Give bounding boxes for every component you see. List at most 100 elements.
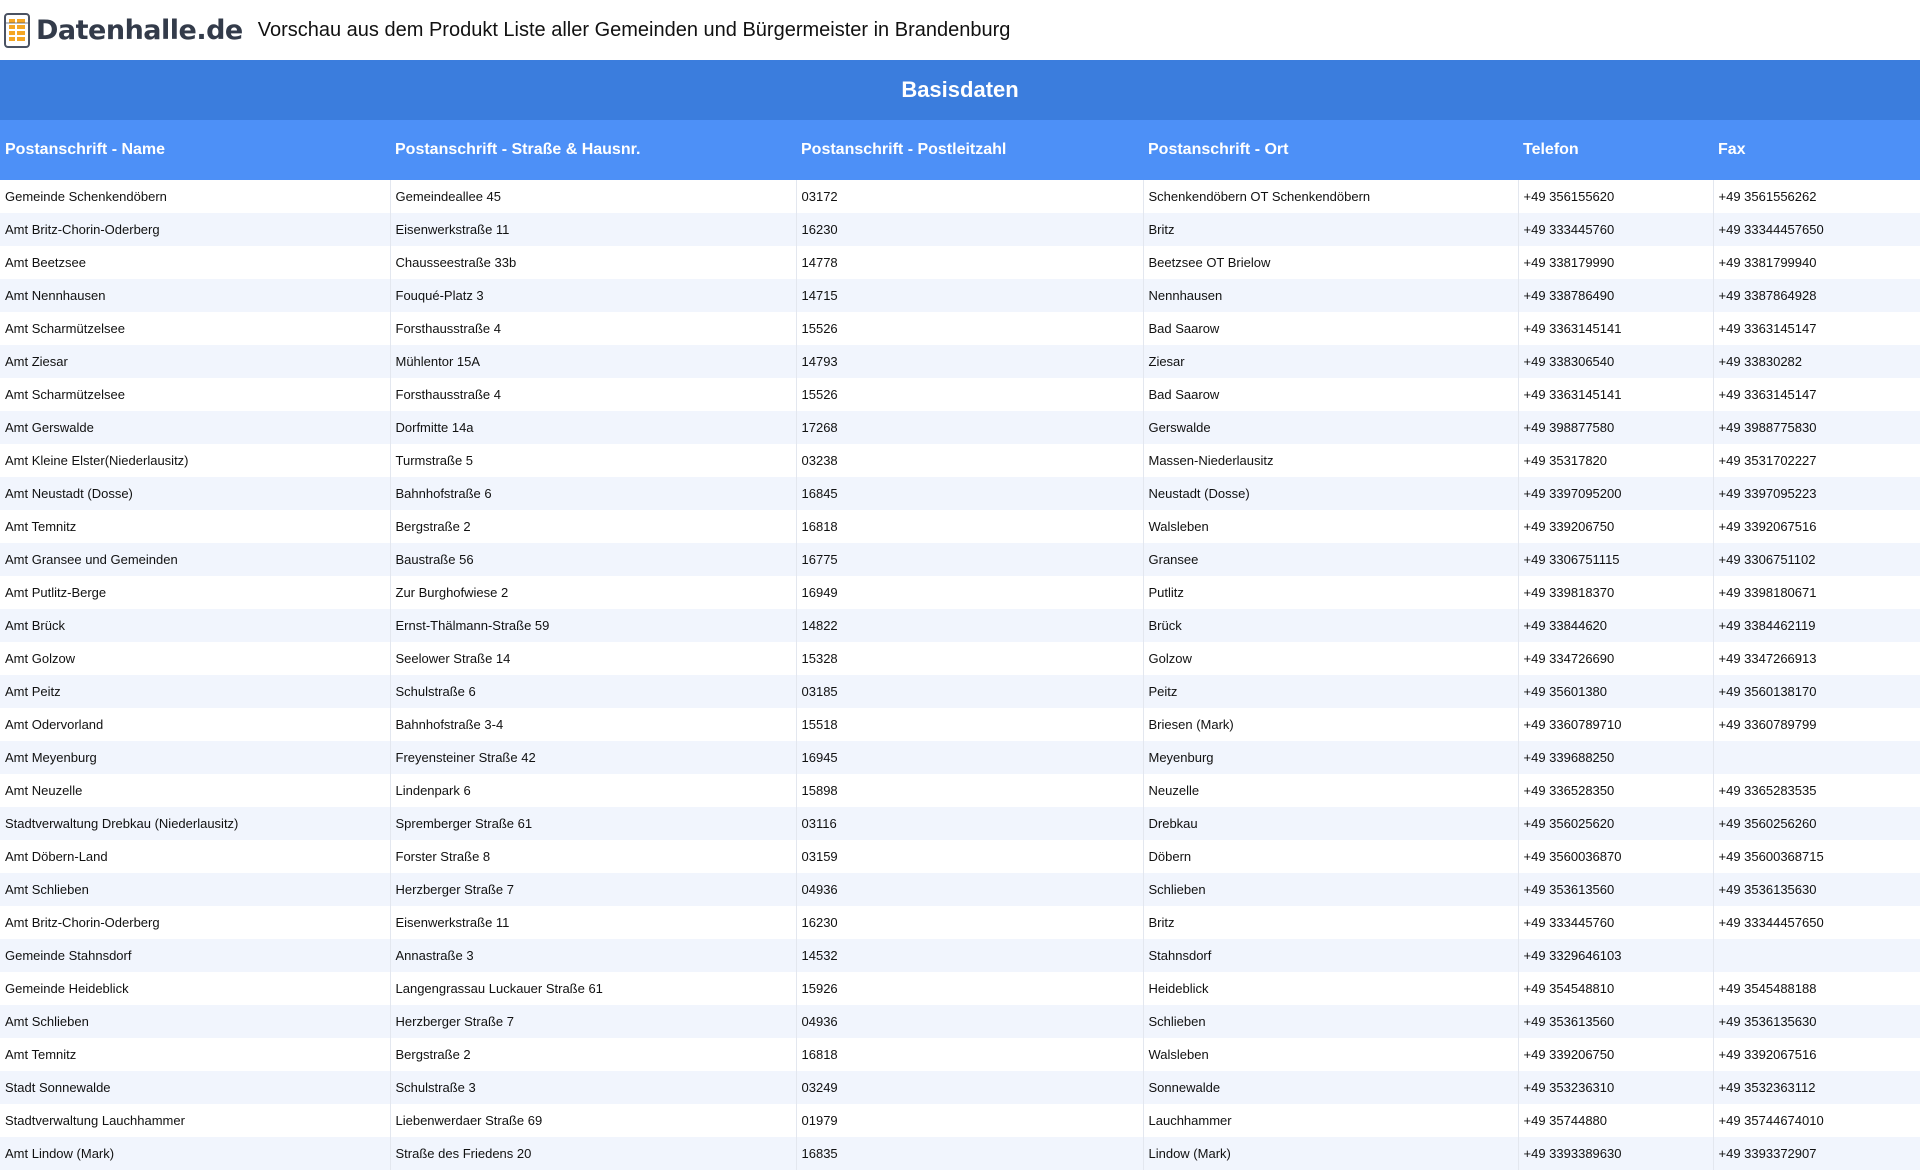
cell-fax: +49 3398180671 [1713, 576, 1920, 609]
cell-name: Gemeinde Stahnsdorf [0, 939, 391, 972]
cell-street: Annastraße 3 [390, 939, 797, 972]
table-body: Gemeinde Schenkendöbern Gemeindeallee 45 0… [0, 180, 1920, 1170]
cell-city: Stahnsdorf [1143, 939, 1519, 972]
column-header-street[interactable]: Postanschrift - Straße & Hausnr. [390, 120, 796, 180]
table-row: Amt Ziesar Mühlentor 15A 14793 Ziesar +49 33… [0, 345, 1920, 378]
cell-name: Amt Neuzelle [0, 774, 391, 807]
cell-phone: +49 339818370 [1518, 576, 1714, 609]
cell-phone: +49 339688250 [1518, 741, 1714, 774]
table-row: Amt Lindow (Mark) Straße des Friedens 20 1… [0, 1137, 1920, 1170]
cell-city: Döbern [1143, 840, 1519, 873]
cell-city: Putlitz [1143, 576, 1519, 609]
cell-postcode: 17268 [796, 411, 1144, 444]
cell-fax: +49 3363145147 [1713, 378, 1920, 411]
cell-name: Amt Kleine Elster(Niederlausitz) [0, 444, 391, 477]
cell-postcode: 16230 [796, 213, 1144, 246]
cell-fax: +49 3545488188 [1713, 972, 1920, 1005]
cell-city: Ziesar [1143, 345, 1519, 378]
section-header-row: Basisdaten [0, 60, 1920, 120]
cell-fax [1713, 741, 1920, 774]
cell-name: Amt Britz-Chorin-Oderberg [0, 906, 391, 939]
cell-street: Dorfmitte 14a [390, 411, 797, 444]
cell-postcode: 15926 [796, 972, 1144, 1005]
cell-postcode: 04936 [796, 1005, 1144, 1038]
column-header-fax[interactable]: Fax [1713, 120, 1920, 180]
cell-street: Eisenwerkstraße 11 [390, 213, 797, 246]
section-title: Basisdaten [0, 60, 1920, 120]
cell-name: Amt Döbern-Land [0, 840, 391, 873]
cell-phone: +49 3306751115 [1518, 543, 1714, 576]
cell-fax: +49 3381799940 [1713, 246, 1920, 279]
cell-street: Schulstraße 3 [390, 1071, 797, 1104]
cell-fax: +49 3365283535 [1713, 774, 1920, 807]
cell-phone: +49 3560036870 [1518, 840, 1714, 873]
cell-postcode: 14822 [796, 609, 1144, 642]
cell-fax [1713, 939, 1920, 972]
cell-fax: +49 3387864928 [1713, 279, 1920, 312]
logo-link[interactable]: Datenhalle.de [4, 0, 243, 60]
cell-name: Amt Lindow (Mark) [0, 1137, 391, 1170]
cell-phone: +49 353613560 [1518, 873, 1714, 906]
cell-street: Herzberger Straße 7 [390, 1005, 797, 1038]
table-row: Amt Britz-Chorin-Oderberg Eisenwerkstraße… [0, 906, 1920, 939]
table-row: Amt Nennhausen Fouqué-Platz 3 14715 Nennhau… [0, 279, 1920, 312]
cell-fax: +49 3360789799 [1713, 708, 1920, 741]
cell-postcode: 15526 [796, 312, 1144, 345]
data-table: Basisdaten Postanschrift - Name Postansch… [0, 60, 1920, 1170]
cell-phone: +49 338306540 [1518, 345, 1714, 378]
cell-street: Ernst-Thälmann-Straße 59 [390, 609, 797, 642]
cell-city: Neuzelle [1143, 774, 1519, 807]
cell-name: Gemeinde Heideblick [0, 972, 391, 1005]
cell-postcode: 16818 [796, 1038, 1144, 1071]
table-row: Amt Döbern-Land Forster Straße 8 03159 Döbe… [0, 840, 1920, 873]
cell-city: Schlieben [1143, 1005, 1519, 1038]
table-row: Amt Gerswalde Dorfmitte 14a 17268 Gerswalde… [0, 411, 1920, 444]
cell-postcode: 03116 [796, 807, 1144, 840]
cell-city: Briesen (Mark) [1143, 708, 1519, 741]
cell-phone: +49 3397095200 [1518, 477, 1714, 510]
cell-phone: +49 33844620 [1518, 609, 1714, 642]
cell-city: Golzow [1143, 642, 1519, 675]
cell-phone: +49 338786490 [1518, 279, 1714, 312]
cell-name: Amt Ziesar [0, 345, 391, 378]
cell-phone: +49 353236310 [1518, 1071, 1714, 1104]
cell-postcode: 03172 [796, 180, 1144, 213]
column-header-city[interactable]: Postanschrift - Ort [1143, 120, 1518, 180]
page-title: Vorschau aus dem Produkt Liste aller Gem… [257, 18, 1011, 41]
cell-street: Straße des Friedens 20 [390, 1137, 797, 1170]
cell-street: Bahnhofstraße 3-4 [390, 708, 797, 741]
cell-name: Amt Gransee und Gemeinden [0, 543, 391, 576]
cell-fax: +49 3531702227 [1713, 444, 1920, 477]
cell-phone: +49 333445760 [1518, 906, 1714, 939]
cell-postcode: 16818 [796, 510, 1144, 543]
column-header-name[interactable]: Postanschrift - Name [0, 120, 390, 180]
cell-name: Amt Scharmützelsee [0, 312, 391, 345]
cell-city: Gerswalde [1143, 411, 1519, 444]
cell-postcode: 16775 [796, 543, 1144, 576]
top-bar: Datenhalle.de Vorschau aus dem Produkt L… [0, 0, 1920, 60]
cell-city: Lindow (Mark) [1143, 1137, 1519, 1170]
cell-street: Mühlentor 15A [390, 345, 797, 378]
cell-name: Amt Neustadt (Dosse) [0, 477, 391, 510]
cell-postcode: 01979 [796, 1104, 1144, 1137]
cell-fax: +49 3561556262 [1713, 180, 1920, 213]
cell-street: Zur Burghofwiese 2 [390, 576, 797, 609]
column-header-phone[interactable]: Telefon [1518, 120, 1713, 180]
cell-street: Chausseestraße 33b [390, 246, 797, 279]
column-header-row: Postanschrift - Name Postanschrift - Stra… [0, 120, 1920, 180]
cell-city: Sonnewalde [1143, 1071, 1519, 1104]
cell-name: Amt Golzow [0, 642, 391, 675]
column-header-postcode[interactable]: Postanschrift - Postleitzahl [796, 120, 1143, 180]
cell-name: Amt Nennhausen [0, 279, 391, 312]
table-row: Amt Temnitz Bergstraße 2 16818 Walsleben +49… [0, 510, 1920, 543]
table-row: Amt Neuzelle Lindenpark 6 15898 Neuzelle +49… [0, 774, 1920, 807]
cell-phone: +49 336528350 [1518, 774, 1714, 807]
table-row: Stadtverwaltung Lauchhammer Liebenwerdaer… [0, 1104, 1920, 1137]
table-row: Amt Schlieben Herzberger Straße 7 04936 Sch… [0, 873, 1920, 906]
cell-name: Gemeinde Schenkendöbern [0, 180, 391, 213]
cell-fax: +49 3560138170 [1713, 675, 1920, 708]
cell-street: Eisenwerkstraße 11 [390, 906, 797, 939]
cell-city: Schenkendöbern OT Schenkendöbern [1143, 180, 1519, 213]
table-row: Amt Scharmützelsee Forsthausstraße 4 15526… [0, 378, 1920, 411]
cell-street: Lindenpark 6 [390, 774, 797, 807]
